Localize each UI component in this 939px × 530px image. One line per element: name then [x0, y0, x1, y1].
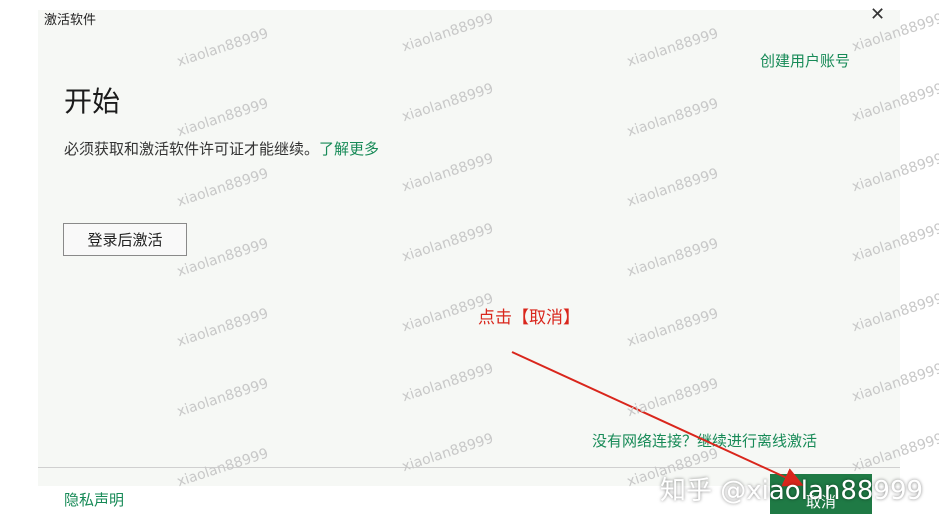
brand-watermark: 知乎 @xiaolan88999 [660, 476, 924, 506]
